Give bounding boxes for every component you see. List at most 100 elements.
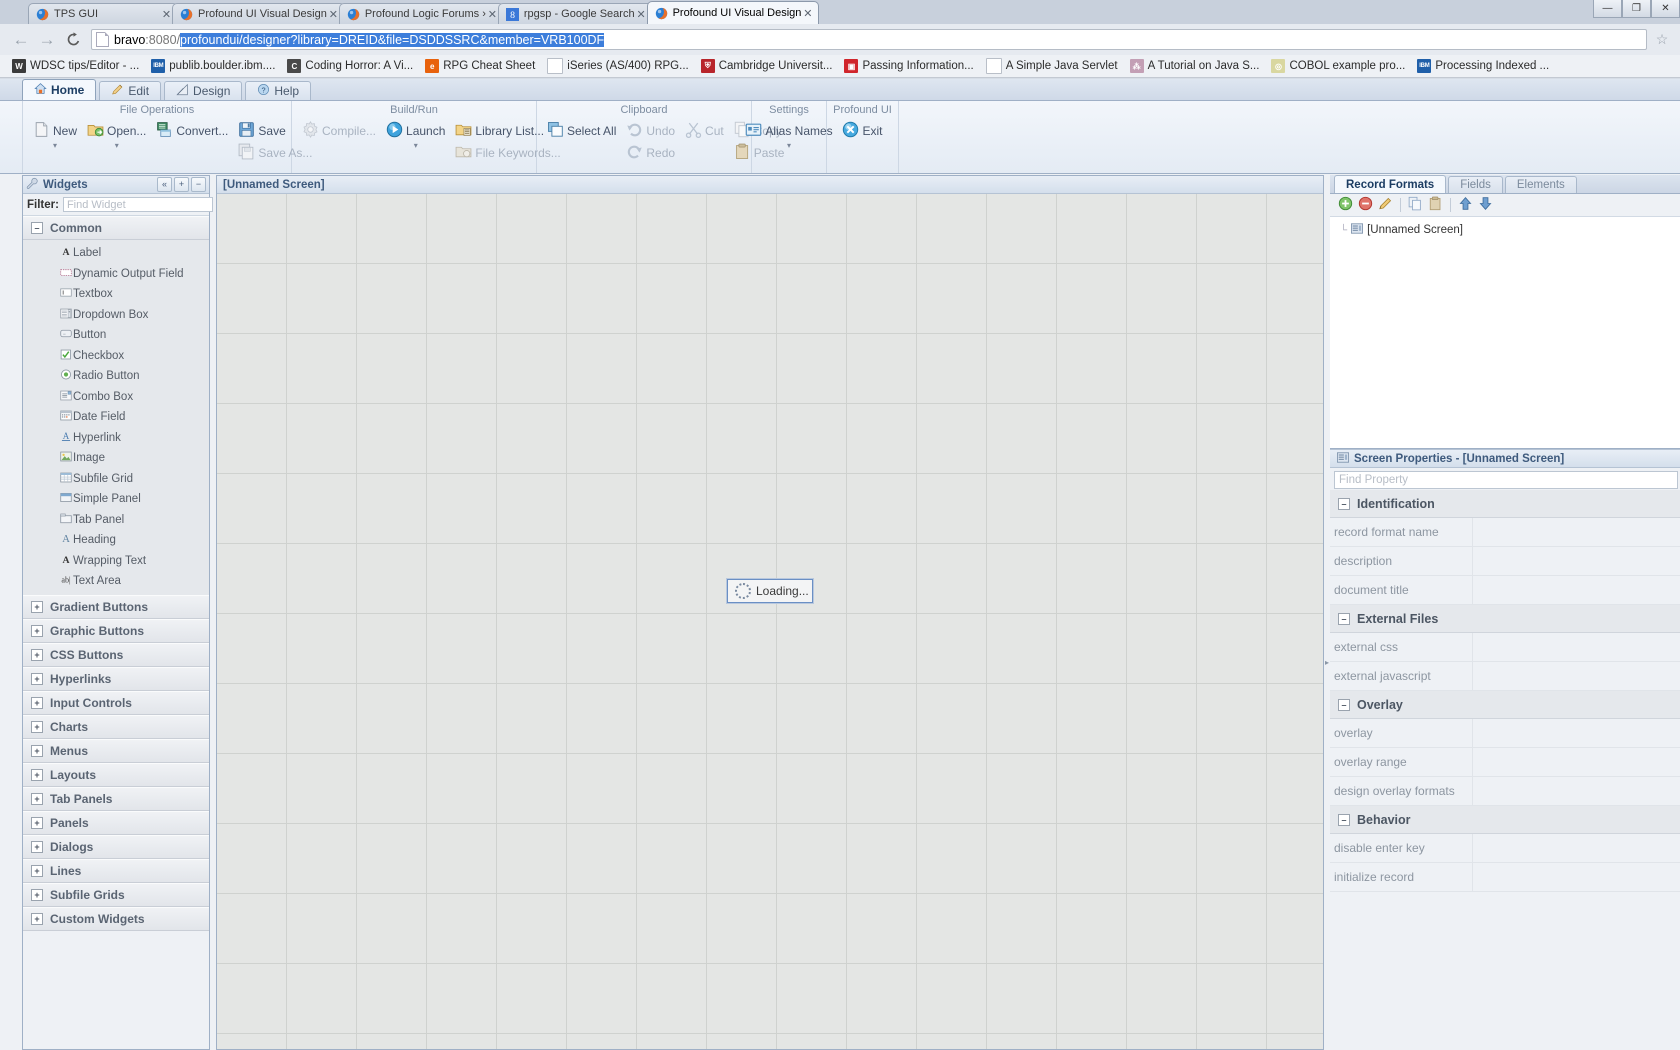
widget-item-label[interactable]: A Label (23, 243, 209, 264)
expand-toggle-icon[interactable]: + (31, 624, 43, 637)
expand-toggle-icon[interactable]: – (1338, 612, 1350, 625)
widgets-list[interactable]: – Common A Label Dynamic Output Field Textbox… (23, 216, 209, 1049)
widget-item-tab-panel[interactable]: Tab Panel (23, 510, 209, 531)
back-icon[interactable]: ← (8, 28, 34, 52)
expand-toggle-icon[interactable]: + (31, 600, 43, 613)
widget-item-dynamic-output-field[interactable]: Dynamic Output Field (23, 264, 209, 285)
widget-group-css-buttons[interactable]: + CSS Buttons (23, 642, 209, 667)
widget-item-subfile-grid[interactable]: Subfile Grid (23, 469, 209, 490)
move-down-button[interactable] (1478, 196, 1493, 214)
property-value[interactable] (1472, 719, 1680, 747)
dropdown-caret-icon[interactable]: ▾ (115, 142, 119, 150)
widgets-expand-all-button[interactable]: + (174, 177, 189, 192)
property-section-identification[interactable]: – Identification (1330, 490, 1680, 518)
property-value[interactable] (1472, 777, 1680, 805)
bookmark-3[interactable]: e RPG Cheat Sheet (419, 57, 541, 76)
widget-item-text-area[interactable]: ab| Text Area (23, 571, 209, 592)
widget-item-heading[interactable]: A Heading (23, 530, 209, 551)
browser-tab-close-icon[interactable]: ✕ (801, 7, 814, 20)
expand-toggle-icon[interactable]: + (31, 768, 43, 781)
bookmark-10[interactable]: IBM Processing Indexed ... (1411, 57, 1555, 76)
property-value[interactable] (1472, 863, 1680, 891)
bookmark-6[interactable]: ▣ Passing Information... (838, 57, 979, 76)
widget-group-panels[interactable]: + Panels (23, 810, 209, 835)
property-section-external-files[interactable]: – External Files (1330, 605, 1680, 633)
bookmark-1[interactable]: IBM publib.boulder.ibm.... (145, 57, 281, 76)
widget-item-hyperlink[interactable]: A Hyperlink (23, 428, 209, 449)
ribbon-tab-design[interactable]: Design (164, 81, 243, 100)
widget-filter-input[interactable] (62, 197, 213, 212)
dropdown-caret-icon[interactable]: ▾ (414, 142, 418, 150)
record-formats-tree[interactable]: └ [Unnamed Screen] (1330, 217, 1680, 449)
move-up-button[interactable] (1458, 196, 1473, 214)
find-property-input[interactable]: Find Property (1334, 471, 1678, 489)
widget-group-custom-widgets[interactable]: + Custom Widgets (23, 906, 209, 931)
widget-item-simple-panel[interactable]: Simple Panel (23, 489, 209, 510)
expand-toggle-icon[interactable]: – (1338, 813, 1350, 826)
expand-toggle-icon[interactable]: + (31, 720, 43, 733)
maximize-button[interactable]: ❐ (1622, 0, 1651, 18)
bookmark-4[interactable]: iSeries (AS/400) RPG... (541, 57, 694, 76)
ribbon-button-compile-[interactable]: Compile... (298, 120, 380, 142)
browser-tab-3[interactable]: 8 rpgsp - Google Search ✕ (497, 3, 653, 24)
expand-toggle-icon[interactable]: + (31, 744, 43, 757)
design-canvas[interactable]: Loading... (217, 194, 1323, 1049)
widget-group-charts[interactable]: + Charts (23, 714, 209, 739)
widget-group-input-controls[interactable]: + Input Controls (23, 690, 209, 715)
ribbon-button-new[interactable]: New (29, 120, 81, 142)
reload-icon[interactable] (60, 28, 86, 52)
property-value[interactable] (1472, 518, 1680, 546)
browser-tab-4[interactable]: Profound UI Visual Design ✕ (646, 1, 820, 24)
ribbon-tab-home[interactable]: Home (22, 79, 97, 100)
property-value[interactable] (1472, 576, 1680, 604)
bookmark-7[interactable]: A Simple Java Servlet (980, 57, 1124, 76)
bookmark-5[interactable]: ⛨ Cambridge Universit... (695, 57, 839, 76)
property-value[interactable] (1472, 633, 1680, 661)
widget-item-image[interactable]: Image (23, 448, 209, 469)
widget-group-dialogs[interactable]: + Dialogs (23, 834, 209, 859)
ribbon-button-exit[interactable]: Exit (838, 120, 886, 142)
widget-group-graphic-buttons[interactable]: + Graphic Buttons (23, 618, 209, 643)
expand-toggle-icon[interactable]: + (31, 672, 43, 685)
property-value[interactable] (1472, 662, 1680, 690)
dropdown-caret-icon[interactable]: ▾ (53, 142, 57, 150)
widget-group-lines[interactable]: + Lines (23, 858, 209, 883)
rename-record-format-button[interactable] (1378, 196, 1393, 214)
add-record-format-button[interactable] (1338, 196, 1353, 214)
record-format-tree-item[interactable]: └ [Unnamed Screen] (1330, 222, 1680, 238)
expand-toggle-icon[interactable]: + (31, 696, 43, 709)
expand-toggle-icon[interactable]: + (31, 792, 43, 805)
property-value[interactable] (1472, 834, 1680, 862)
widget-item-wrapping-text[interactable]: A Wrapping Text (23, 551, 209, 572)
widgets-collapse-button[interactable]: « (157, 177, 172, 192)
widget-group-tab-panels[interactable]: + Tab Panels (23, 786, 209, 811)
ribbon-button-launch[interactable]: Launch (382, 120, 449, 142)
bookmark-9[interactable]: ◎ COBOL example pro... (1265, 57, 1411, 76)
widget-item-checkbox[interactable]: Checkbox (23, 346, 209, 367)
ribbon-button-alias-names[interactable]: Alias Names (741, 120, 836, 142)
right-panel-tab-elements[interactable]: Elements (1504, 176, 1577, 193)
widgets-collapse-all-button[interactable]: − (191, 177, 206, 192)
widget-group-menus[interactable]: + Menus (23, 738, 209, 763)
remove-record-format-button[interactable] (1358, 196, 1373, 214)
ribbon-button-select-all[interactable]: Select All (543, 120, 620, 142)
property-section-behavior[interactable]: – Behavior (1330, 806, 1680, 834)
widget-item-dropdown-box[interactable]: Dropdown Box (23, 305, 209, 326)
expand-toggle-icon[interactable]: + (31, 888, 43, 901)
bookmark-0[interactable]: W WDSC tips/Editor - ... (6, 57, 145, 76)
copy-button[interactable] (1408, 196, 1423, 214)
ribbon-button-open-[interactable]: Open... (83, 120, 150, 142)
widget-group-gradient-buttons[interactable]: + Gradient Buttons (23, 594, 209, 619)
widget-group-common[interactable]: – Common (23, 216, 209, 240)
bookmark-star-icon[interactable]: ☆ (1652, 31, 1672, 48)
right-panel-tab-record-formats[interactable]: Record Formats (1334, 175, 1447, 193)
expand-toggle-icon[interactable]: + (31, 912, 43, 925)
right-panel-tab-fields[interactable]: Fields (1448, 176, 1503, 193)
property-section-overlay[interactable]: – Overlay (1330, 691, 1680, 719)
expand-toggle-icon[interactable]: – (1338, 698, 1350, 711)
widget-item-date-field[interactable]: Date Field (23, 407, 209, 428)
expand-toggle-icon[interactable]: + (31, 864, 43, 877)
paste-button[interactable] (1428, 196, 1443, 214)
property-value[interactable] (1472, 547, 1680, 575)
widget-item-combo-box[interactable]: Combo Box (23, 387, 209, 408)
